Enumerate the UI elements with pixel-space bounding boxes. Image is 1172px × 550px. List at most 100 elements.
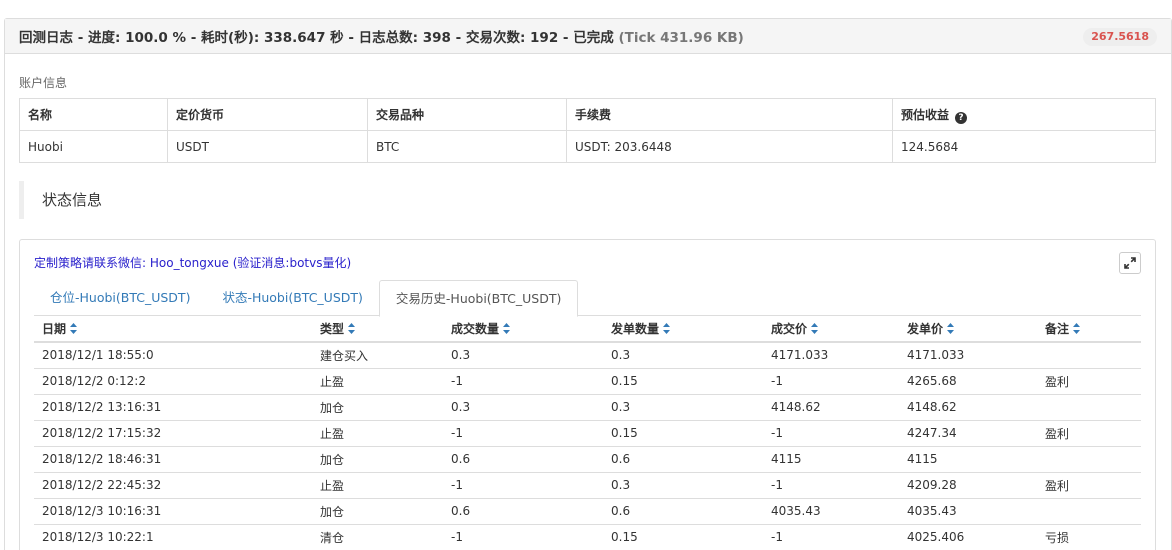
account-col-fee: 手续费 — [566, 98, 893, 131]
trade-date: 2018/12/2 0:12:2 — [34, 367, 312, 394]
trade-order-qty: 0.3 — [603, 341, 763, 368]
tab-positions[interactable]: 仓位-Huobi(BTC_USDT) — [34, 280, 206, 316]
col-filled-qty[interactable]: 成交数量 — [443, 316, 603, 343]
trade-history-table: 日期 类型 成交数量 发单数量 成交价 发单价 备注 2018/12/1 18:… — [34, 316, 1141, 550]
col-note-label: 备注 — [1045, 322, 1070, 336]
trade-order-price: 4209.28 — [899, 471, 1037, 498]
col-filled-qty-label: 成交数量 — [451, 322, 500, 336]
trade-filled-qty: 0.6 — [443, 445, 603, 472]
tab-status[interactable]: 状态-Huobi(BTC_USDT) — [206, 280, 378, 316]
account-row: Huobi USDT BTC USDT: 203.6448 124.5684 — [19, 130, 1156, 163]
trade-type: 止盈 — [312, 367, 443, 394]
trades-header-row: 日期 类型 成交数量 发单数量 成交价 发单价 备注 — [34, 316, 1141, 343]
trade-order-qty: 0.15 — [603, 367, 763, 394]
trade-fill-price: 4115 — [763, 445, 899, 472]
expand-icon — [1124, 257, 1136, 269]
account-col-name: 名称 — [19, 98, 168, 131]
trade-order-qty: 0.15 — [603, 419, 763, 446]
trade-order-price: 4265.68 — [899, 367, 1037, 394]
col-note[interactable]: 备注 — [1037, 316, 1141, 343]
account-table: 名称 定价货币 交易品种 手续费 预估收益? Huobi USDT BTC US… — [19, 98, 1156, 163]
trade-fill-price: -1 — [763, 419, 899, 446]
trade-fill-price: 4148.62 — [763, 393, 899, 420]
sort-icon — [1073, 323, 1081, 334]
status-info-heading: 状态信息 — [19, 181, 319, 219]
sort-icon — [947, 323, 955, 334]
account-symbol: BTC — [367, 130, 567, 163]
trade-note: 亏损 — [1037, 523, 1141, 550]
trade-fill-price: 4035.43 — [763, 497, 899, 524]
account-currency: USDT — [167, 130, 368, 163]
table-row: 2018/12/3 10:22:1 清仓 -1 0.15 -1 4025.406 亏损 — [34, 523, 1141, 550]
trade-filled-qty: 0.6 — [443, 497, 603, 524]
panel-header: 回测日志 - 进度: 100.0 % - 耗时(秒): 338.647 秒 - … — [5, 19, 1171, 54]
trade-note — [1037, 393, 1141, 420]
col-order-price[interactable]: 发单价 — [899, 316, 1037, 343]
trade-filled-qty: -1 — [443, 523, 603, 550]
trade-filled-qty: -1 — [443, 419, 603, 446]
account-col-profit: 预估收益? — [892, 98, 1156, 131]
table-row: 2018/12/2 17:15:32 止盈 -1 0.15 -1 4247.34 盈利 — [34, 419, 1141, 446]
col-fill-price[interactable]: 成交价 — [763, 316, 899, 343]
trade-filled-qty: -1 — [443, 367, 603, 394]
trade-note: 盈利 — [1037, 419, 1141, 446]
trade-type: 清仓 — [312, 523, 443, 550]
sort-icon — [348, 323, 356, 334]
trade-type: 建仓买入 — [312, 341, 443, 368]
sort-icon — [503, 323, 511, 334]
col-order-qty[interactable]: 发单数量 — [603, 316, 763, 343]
trade-fill-price: 4171.033 — [763, 341, 899, 368]
trade-fill-price: -1 — [763, 471, 899, 498]
trade-order-qty: 0.3 — [603, 471, 763, 498]
trade-order-qty: 0.6 — [603, 445, 763, 472]
account-header-row: 名称 定价货币 交易品种 手续费 预估收益? — [19, 98, 1156, 131]
trade-date: 2018/12/3 10:22:1 — [34, 523, 312, 550]
table-row: 2018/12/2 0:12:2 止盈 -1 0.15 -1 4265.68 盈利 — [34, 367, 1141, 394]
table-row: 2018/12/2 22:45:32 止盈 -1 0.3 -1 4209.28 盈利 — [34, 471, 1141, 498]
tab-trade-history[interactable]: 交易历史-Huobi(BTC_USDT) — [378, 280, 579, 317]
account-profit: 124.5684 — [892, 130, 1156, 163]
trade-filled-qty: -1 — [443, 471, 603, 498]
trade-date: 2018/12/2 18:46:31 — [34, 445, 312, 472]
trade-date: 2018/12/3 10:16:31 — [34, 497, 312, 524]
account-col-currency: 定价货币 — [167, 98, 368, 131]
trade-type: 加仓 — [312, 497, 443, 524]
trade-note: 盈利 — [1037, 471, 1141, 498]
col-type-label: 类型 — [320, 322, 345, 336]
tick-size: (Tick 431.96 KB) — [618, 30, 744, 46]
trade-order-price: 4115 — [899, 445, 1037, 472]
trade-date: 2018/12/2 22:45:32 — [34, 471, 312, 498]
sort-icon — [663, 323, 671, 334]
trade-order-price: 4025.406 — [899, 523, 1037, 550]
account-fee: USDT: 203.6448 — [566, 130, 893, 163]
table-row: 2018/12/1 18:55:0 建仓买入 0.3 0.3 4171.033 4171.… — [34, 341, 1141, 368]
trade-note — [1037, 497, 1141, 524]
account-col-profit-label: 预估收益 — [901, 107, 950, 122]
page-top — [0, 0, 1172, 18]
table-row: 2018/12/3 10:16:31 加仓 0.6 0.6 4035.43 4035.43 — [34, 497, 1141, 524]
col-date[interactable]: 日期 — [34, 316, 312, 343]
trade-filled-qty: 0.3 — [443, 341, 603, 368]
panel-title: 回测日志 - 进度: 100.0 % - 耗时(秒): 338.647 秒 - … — [19, 26, 744, 46]
account-info-label: 账户信息 — [19, 76, 68, 90]
trade-order-qty: 0.6 — [603, 497, 763, 524]
trade-type: 止盈 — [312, 471, 443, 498]
trade-order-price: 4171.033 — [899, 341, 1037, 368]
tab-bar: 仓位-Huobi(BTC_USDT) 状态-Huobi(BTC_USDT) 交易… — [34, 280, 1141, 317]
trade-date: 2018/12/2 13:16:31 — [34, 393, 312, 420]
col-fill-price-label: 成交价 — [771, 322, 808, 336]
trade-order-price: 4247.34 — [899, 419, 1037, 446]
trade-rows: 2018/12/1 18:55:0 建仓买入 0.3 0.3 4171.033 4171.… — [34, 341, 1141, 550]
table-row: 2018/12/2 18:46:31 加仓 0.6 0.6 4115 4115 — [34, 445, 1141, 472]
trade-fill-price: -1 — [763, 523, 899, 550]
expand-button[interactable] — [1119, 252, 1141, 274]
trade-fill-price: -1 — [763, 367, 899, 394]
trade-filled-qty: 0.3 — [443, 393, 603, 420]
col-type[interactable]: 类型 — [312, 316, 443, 343]
sort-icon — [811, 323, 819, 334]
backtest-log-panel: 回测日志 - 进度: 100.0 % - 耗时(秒): 338.647 秒 - … — [4, 18, 1172, 550]
trade-order-qty: 0.3 — [603, 393, 763, 420]
question-circle-icon[interactable]: ? — [955, 111, 968, 124]
trade-order-qty: 0.15 — [603, 523, 763, 550]
account-name: Huobi — [19, 130, 168, 163]
